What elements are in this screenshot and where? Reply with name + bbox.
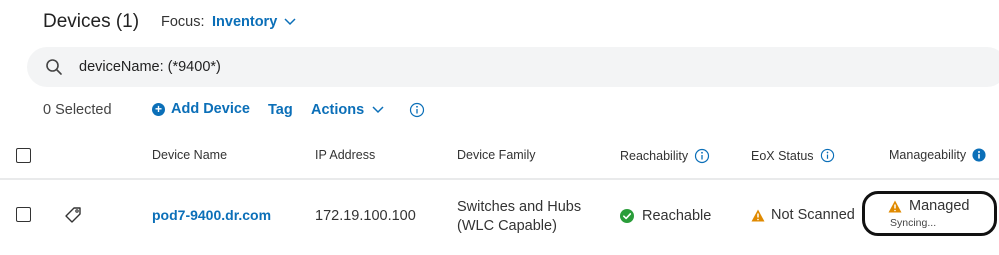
device-family-line: (WLC Capable) [457,218,557,234]
actions-label: Actions [311,102,365,118]
info-icon[interactable] [972,148,986,162]
warning-icon [751,209,765,221]
check-circle-icon [620,209,634,223]
info-icon[interactable] [409,102,425,118]
manageability-substatus: Syncing... [890,217,937,229]
add-device-button[interactable]: + Add Device [152,101,250,117]
page-title: Devices (1) [43,11,140,32]
search-input[interactable] [79,59,679,75]
device-family-cell: Switches and Hubs (WLC Capable) [457,198,581,236]
chevron-down-icon [372,106,384,114]
eox-status: Not Scanned [771,207,855,223]
warning-icon [888,200,902,212]
column-ip-address[interactable]: IP Address [315,148,375,162]
select-all-checkbox[interactable] [16,148,31,163]
reachability-status: Reachable [642,208,712,224]
device-name-link[interactable]: pod7-9400.dr.com [152,207,271,223]
column-label: Device Family [457,148,536,162]
focus-label: Focus: [161,14,205,30]
column-device-family[interactable]: Device Family [457,148,536,162]
column-label: Reachability [620,149,689,163]
reachability-cell: Reachable [620,208,711,224]
search-bar[interactable] [27,47,999,87]
plus-circle-icon: + [152,102,165,116]
header-divider [0,178,999,180]
chevron-down-icon [284,18,296,26]
focus-dropdown[interactable]: Inventory [212,14,296,30]
tag-button[interactable]: Tag [268,102,293,118]
row-checkbox[interactable] [16,207,31,222]
ip-address-cell: 172.19.100.100 [315,208,416,224]
selected-count: 0 Selected [43,102,112,118]
add-device-label: Add Device [171,101,250,117]
tag-icon[interactable] [63,205,83,225]
column-manageability[interactable]: Manageability [889,148,986,162]
column-label: Manageability [889,148,967,162]
info-icon[interactable] [820,148,835,163]
search-icon [46,59,62,75]
column-eox-status[interactable]: EoX Status [751,148,835,163]
eox-status-cell: Not Scanned [751,207,855,223]
manageability-cell: Managed [888,198,969,214]
actions-dropdown[interactable]: Actions [311,102,384,118]
device-family-line: Switches and Hubs [457,199,582,215]
focus-value: Inventory [212,14,278,30]
column-label: IP Address [315,148,376,162]
column-device-name[interactable]: Device Name [152,148,227,162]
column-reachability[interactable]: Reachability [620,148,710,164]
column-label: EoX Status [751,148,814,163]
column-label: Device Name [152,148,228,162]
info-icon[interactable] [694,148,710,164]
manageability-status: Managed [909,198,970,214]
